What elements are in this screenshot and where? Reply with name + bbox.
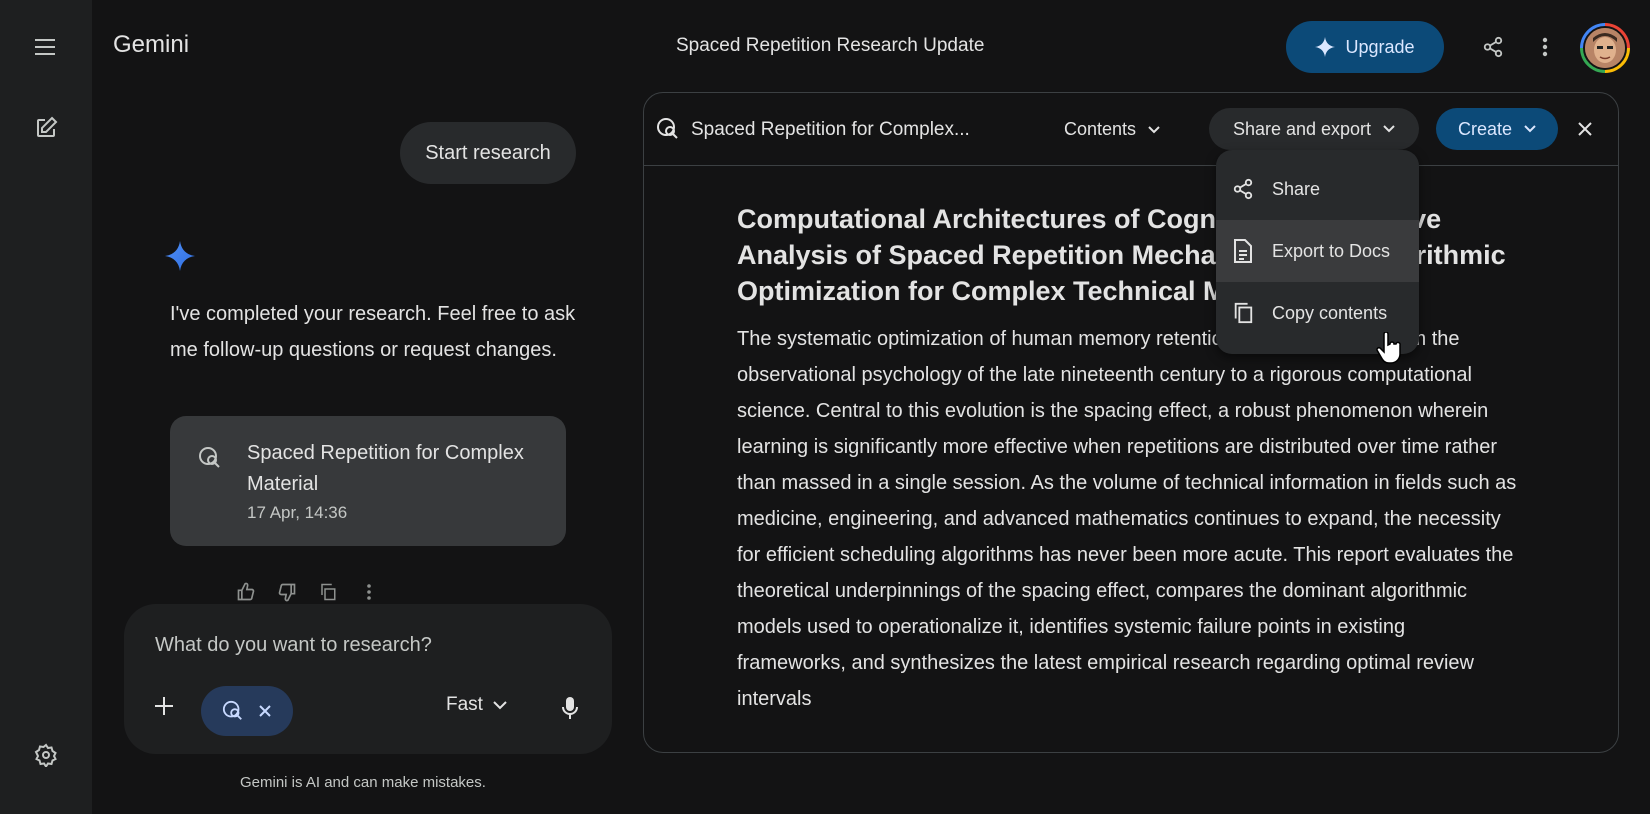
menu-item-label: Export to Docs (1272, 240, 1391, 261)
conversation-title: Spaced Repetition Research Update (676, 35, 985, 56)
contents-dropdown[interactable]: Contents (1064, 119, 1160, 140)
deep-research-icon (656, 117, 680, 141)
sparkle-icon (1315, 37, 1336, 57)
prompt-input-box[interactable]: What do you want to research? Fast (124, 604, 612, 754)
remove-chip-icon[interactable] (258, 704, 272, 718)
thumbs-down-icon[interactable] (274, 580, 300, 604)
settings-icon[interactable] (26, 735, 66, 775)
copy-icon (1234, 302, 1253, 324)
user-avatar[interactable] (1580, 23, 1630, 73)
contents-label: Contents (1064, 119, 1137, 139)
menu-item-label: Copy contents (1272, 302, 1388, 323)
brand-logo-text[interactable]: Gemini (113, 31, 189, 59)
chevron-down-icon (1524, 125, 1536, 133)
gemini-sparkle-icon (165, 241, 195, 271)
menu-item-export-to-docs[interactable]: Export to Docs (1216, 220, 1419, 282)
microphone-icon[interactable] (550, 688, 590, 728)
upgrade-button[interactable]: Upgrade (1286, 21, 1444, 73)
prompt-input[interactable]: What do you want to research? (155, 634, 432, 657)
report-card-date: 17 Apr, 14:36 (247, 503, 348, 522)
report-card-title: Spaced Repetition for Complex Material (247, 442, 524, 495)
menu-item-share[interactable]: Share (1216, 158, 1419, 220)
share-and-export-button[interactable]: Share and export (1209, 108, 1419, 150)
document-header: Spaced Repetition for Complex... Content… (644, 93, 1618, 166)
create-button[interactable]: Create (1436, 108, 1558, 150)
share-icon[interactable] (1473, 27, 1513, 67)
more-options-icon[interactable] (1525, 27, 1565, 67)
disclaimer-text: Gemini is AI and can make mistakes. (240, 774, 486, 791)
more-actions-icon[interactable] (356, 580, 382, 604)
ai-response-text: I've completed your research. Feel free … (170, 303, 576, 361)
share-icon (1233, 178, 1253, 200)
chevron-down-icon (1148, 125, 1160, 133)
hand-cursor-icon (1376, 332, 1402, 364)
chevron-down-icon (1383, 125, 1395, 133)
share-export-menu: Share Export to Docs Copy contents (1216, 150, 1419, 354)
thumbs-up-icon[interactable] (233, 580, 259, 604)
chevron-down-icon (493, 700, 507, 709)
upgrade-label: Upgrade (1345, 36, 1415, 57)
create-label: Create (1457, 118, 1513, 139)
model-selector-label: Fast (446, 694, 483, 715)
deep-research-chip[interactable] (201, 686, 293, 736)
user-message-bubble: Start research (400, 122, 576, 184)
document-title: Spaced Repetition for Complex... (691, 119, 970, 140)
model-selector[interactable]: Fast (446, 694, 507, 716)
share-and-export-label: Share and export (1232, 118, 1372, 139)
menu-icon[interactable] (26, 27, 66, 67)
deep-research-icon (222, 700, 242, 720)
close-icon[interactable] (1569, 113, 1601, 145)
research-document-panel: Spaced Repetition for Complex... Content… (643, 92, 1619, 753)
copy-response-icon[interactable] (315, 580, 341, 604)
left-rail (0, 0, 92, 814)
document-paragraph: The systematic optimization of human mem… (737, 328, 1517, 710)
deep-research-icon (198, 446, 222, 470)
menu-item-label: Share (1272, 178, 1321, 199)
add-attachment-icon[interactable] (144, 686, 184, 726)
research-report-card[interactable]: Spaced Repetition for Complex Material 1… (170, 416, 566, 546)
new-chat-icon[interactable] (26, 108, 66, 148)
document-icon (1234, 239, 1252, 263)
